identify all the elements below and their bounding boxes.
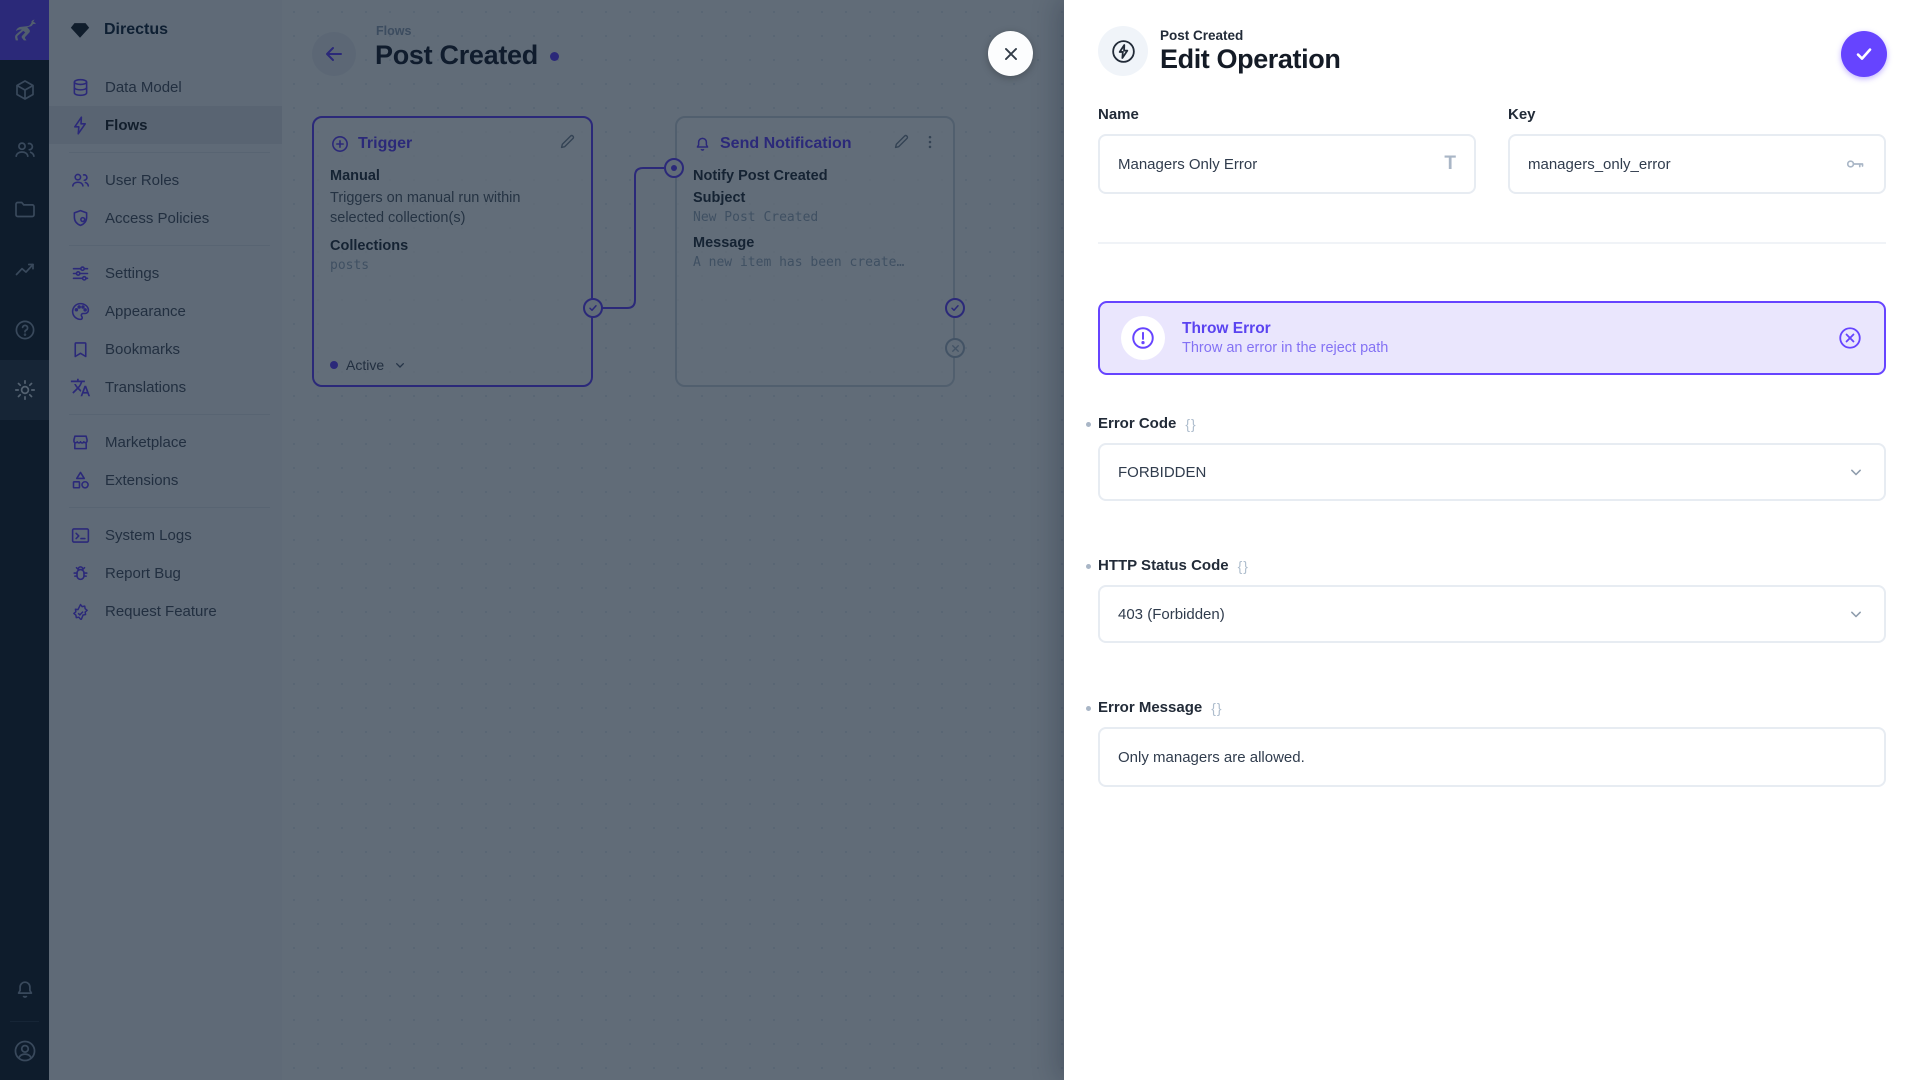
save-button[interactable] — [1841, 31, 1887, 77]
error-code-value: FORBIDDEN — [1118, 464, 1206, 481]
http-status-value: 403 (Forbidden) — [1118, 606, 1225, 623]
http-status-label: HTTP Status Code — [1098, 557, 1229, 574]
raw-value-toggle-icon[interactable]: {} — [1238, 558, 1249, 574]
required-dot — [1086, 564, 1091, 569]
key-field: Key — [1508, 106, 1886, 194]
flows-bolt-icon — [1098, 26, 1148, 76]
throw-error-icon — [1121, 316, 1165, 360]
http-status-select[interactable]: 403 (Forbidden) — [1098, 585, 1886, 643]
error-code-field: Error Code {} FORBIDDEN — [1098, 415, 1886, 501]
check-icon — [1852, 42, 1876, 66]
required-dot — [1086, 422, 1091, 427]
drawer-subtitle: Post Created — [1160, 28, 1340, 43]
key-label: Key — [1508, 106, 1536, 123]
operation-type-title: Throw Error — [1182, 320, 1388, 338]
raw-value-toggle-icon[interactable]: {} — [1185, 416, 1196, 432]
name-input[interactable] — [1118, 156, 1444, 173]
operation-type-description: Throw an error in the reject path — [1182, 340, 1388, 356]
close-icon — [1000, 43, 1022, 65]
name-label: Name — [1098, 106, 1139, 123]
title-formatter-icon[interactable]: T — [1444, 153, 1456, 175]
key-input-box[interactable] — [1508, 134, 1886, 194]
error-message-label: Error Message — [1098, 699, 1202, 716]
error-message-field: Error Message {} — [1098, 699, 1886, 787]
drawer-scrim — [0, 0, 1064, 1080]
key-icon — [1844, 153, 1866, 175]
close-drawer-button[interactable] — [988, 31, 1033, 76]
edit-operation-drawer: Post Created Edit Operation Name T Key — [1064, 0, 1920, 1080]
chevron-down-icon — [1846, 604, 1866, 624]
drawer-title: Edit Operation — [1160, 44, 1340, 75]
error-code-select[interactable]: FORBIDDEN — [1098, 443, 1886, 501]
error-code-label: Error Code — [1098, 415, 1176, 432]
error-message-input[interactable] — [1118, 749, 1866, 766]
error-message-input-box[interactable] — [1098, 727, 1886, 787]
name-field: Name T — [1098, 106, 1476, 194]
deselect-operation-icon[interactable] — [1837, 325, 1863, 351]
chevron-down-icon — [1846, 462, 1866, 482]
raw-value-toggle-icon[interactable]: {} — [1211, 700, 1222, 716]
name-input-box[interactable]: T — [1098, 134, 1476, 194]
key-input[interactable] — [1528, 156, 1844, 173]
operation-type-card[interactable]: Throw Error Throw an error in the reject… — [1098, 301, 1886, 375]
http-status-field: HTTP Status Code {} 403 (Forbidden) — [1098, 557, 1886, 643]
section-divider — [1098, 242, 1886, 244]
required-dot — [1086, 706, 1091, 711]
